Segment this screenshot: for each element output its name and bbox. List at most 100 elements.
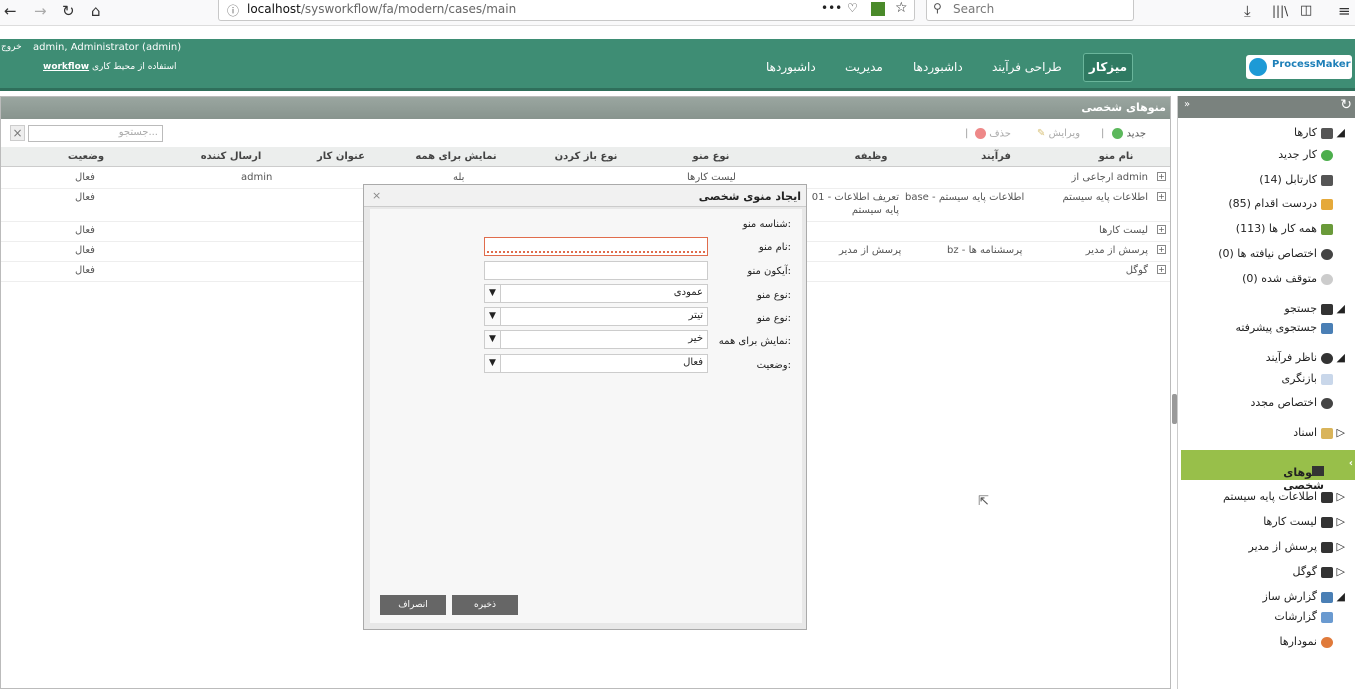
cell-sender: admin (241, 172, 273, 183)
downloads-icon[interactable]: ⤓ (1244, 1, 1251, 21)
cell-menu-name: پرسش از مدیر (1085, 245, 1148, 256)
browser-search[interactable]: ⚲ Search (926, 0, 1134, 21)
browser-toolbar: ← → ↻ ⌂ ⓘ localhost/sysworkflow/fa/moder… (0, 0, 1355, 26)
expand-icon[interactable]: + (1157, 192, 1166, 201)
sidebar-item-label: پرسش از مدیر (1248, 540, 1318, 553)
menu-type-select[interactable]: ▼ عمودی (484, 284, 708, 303)
status-label: وضعیت: (756, 360, 791, 371)
menu-designer[interactable]: طراحی فرآیند (992, 60, 1062, 74)
menu-icon-field[interactable] (484, 261, 708, 280)
sidebar-item-inbox[interactable]: کارتابل (14) (1259, 173, 1333, 186)
grid-search-input[interactable]: جستجو... (28, 125, 163, 142)
watermark-text: aparat.com/processmaker (16, 650, 479, 685)
refresh-icon[interactable]: ↻ (1340, 97, 1352, 113)
hamburger-menu-icon[interactable]: ≡ (1338, 1, 1351, 21)
col-status[interactable]: وضعیت (51, 151, 121, 162)
sidebar-item-reassign[interactable]: اختصاص مجدد (1250, 396, 1333, 409)
delete-icon (975, 128, 986, 139)
page-actions-icon[interactable]: ••• (821, 1, 842, 15)
logout-link[interactable]: خروج (1, 42, 22, 52)
extension-icon[interactable] (871, 2, 885, 16)
sidebar-group-search[interactable]: جستجو ◢ (1284, 302, 1345, 315)
menu-id-label: شناسه منو: (742, 219, 791, 230)
back-icon[interactable]: ← (4, 1, 17, 21)
sidebar-item-pm-base[interactable]: اطلاعات پایه سیستم ▷ (1223, 490, 1345, 503)
sidebar-group-personal-menus[interactable]: منوهای شخصی ‹ (1181, 450, 1355, 492)
menu-type2-select[interactable]: ▼ تیتر (484, 307, 708, 326)
sidebar-group-report-builder[interactable]: گزارش ساز ◢ (1263, 590, 1345, 603)
show-all-select[interactable]: ▼ خیر (484, 330, 708, 349)
create-personal-menu-dialog: × ایجاد منوی شخصی شناسه منو: نام منو: آی… (363, 184, 807, 630)
expand-icon[interactable]: + (1157, 245, 1166, 254)
col-sender[interactable]: ارسال کننده (191, 151, 271, 162)
bookmark-star-icon[interactable]: ☆ (895, 0, 908, 16)
sidebar-item-reports[interactable]: گزارشات (1274, 610, 1333, 623)
pencil-icon: ✎ (1037, 128, 1046, 139)
cancel-button[interactable]: انصراف (380, 595, 446, 615)
url-bar[interactable]: ⓘ localhost/sysworkflow/fa/modern/cases/… (218, 0, 915, 21)
magnifier-icon: ⚲ (933, 1, 942, 15)
menu-dashboards[interactable]: داشبوردها (913, 60, 963, 74)
cell-status: فعال (75, 265, 95, 276)
sidebar-item-pm-ask[interactable]: پرسش از مدیر ▷ (1249, 540, 1346, 553)
forward-icon[interactable]: → (34, 1, 47, 21)
info-icon[interactable]: ⓘ (227, 2, 239, 19)
sidebar-item-pm-google[interactable]: گوگل ▷ (1293, 565, 1345, 578)
close-icon[interactable]: × (372, 189, 381, 202)
menu-name-field[interactable] (484, 237, 708, 256)
save-button[interactable]: ذخیره (452, 595, 518, 615)
new-button[interactable]: جدید (1112, 128, 1146, 140)
inbox-icon (1321, 127, 1334, 139)
expand-icon[interactable]: + (1157, 225, 1166, 234)
library-icon[interactable]: |||\ (1272, 1, 1288, 21)
col-open-type[interactable]: نوع باز کردن (546, 151, 626, 162)
chevron-down-icon[interactable]: ▼ (485, 285, 501, 302)
edit-button[interactable]: ✎ ویرایش (1037, 128, 1080, 139)
sidebar-item-advanced-search[interactable]: جستجوی پیشرفته (1235, 321, 1333, 334)
cell-menu-name: لیست کارها (1099, 225, 1148, 236)
sidebar-item-paused[interactable]: متوقف شده (0) (1242, 272, 1333, 285)
sidebar-group-documents[interactable]: اسناد ▷ (1293, 426, 1345, 439)
menu-admin[interactable]: مدیریت (845, 60, 883, 74)
sidebar-item-unassigned[interactable]: اختصاص نیافته ها (0) (1218, 247, 1333, 260)
status-select[interactable]: ▼ فعال (484, 354, 708, 373)
chevron-down-icon[interactable]: ▼ (485, 331, 501, 348)
col-task[interactable]: وظیفه (836, 151, 906, 162)
sidebar-group-supervisor[interactable]: ناظر فرآیند ◢ (1266, 351, 1345, 364)
cell-process: bz - پرسشنامه ها (947, 245, 1023, 256)
cell-show-all: بله (453, 172, 465, 183)
sidebar-item-review[interactable]: بازنگری (1281, 372, 1333, 385)
col-show-all[interactable]: نمایش برای همه (406, 151, 506, 162)
sidebar-toggle-icon[interactable]: ◫ (1300, 1, 1312, 21)
home-icon[interactable]: ⌂ (91, 1, 101, 21)
sidebar-item-charts[interactable]: نمودارها (1279, 635, 1333, 648)
clear-search-button[interactable]: × (10, 125, 25, 141)
col-case-title[interactable]: عنوان کار (306, 151, 376, 162)
chevron-down-icon[interactable]: ▼ (485, 308, 501, 325)
col-menu-type[interactable]: نوع منو (676, 151, 746, 162)
reload-icon[interactable]: ↻ (62, 1, 75, 21)
chevron-down-icon[interactable]: ▼ (485, 355, 501, 372)
cases-group-label: کارها (1293, 126, 1318, 139)
sidebar-item-new-case[interactable]: کار جدید (1278, 148, 1333, 161)
cell-status: فعال (75, 172, 95, 183)
col-menu-name[interactable]: نام منو (1081, 151, 1151, 162)
sidebar-group-cases[interactable]: کارها ◢ (1294, 126, 1345, 139)
sidebar-item-draft[interactable]: دردست اقدام (85) (1228, 197, 1333, 210)
expand-icon[interactable]: + (1157, 172, 1166, 181)
sidebar-item-pm-list[interactable]: لیست کارها ▷ (1263, 515, 1345, 528)
delete-button[interactable]: حذف (975, 128, 1011, 140)
all-cases-icon (1321, 223, 1333, 235)
collapse-icon[interactable]: » (1184, 99, 1190, 110)
sidebar-item-label: متوقف شده (0) (1242, 272, 1317, 285)
panel-title-bar: منوهای شخصی (1, 97, 1170, 119)
sidebar-item-all-cases[interactable]: همه کار ها (113) (1236, 222, 1333, 235)
app-header: خروج admin, Administrator (admin) workfl… (0, 39, 1355, 91)
unassigned-icon (1321, 248, 1333, 260)
menu-home[interactable]: میزکار (1083, 53, 1133, 82)
sidebar-item-label: اختصاص نیافته ها (0) (1218, 247, 1317, 260)
expand-icon[interactable]: + (1157, 265, 1166, 274)
menu-dashboards-2[interactable]: داشبوردها (766, 60, 816, 74)
pocket-icon[interactable]: ♡ (847, 1, 858, 15)
col-process[interactable]: فرآیند (961, 151, 1031, 162)
